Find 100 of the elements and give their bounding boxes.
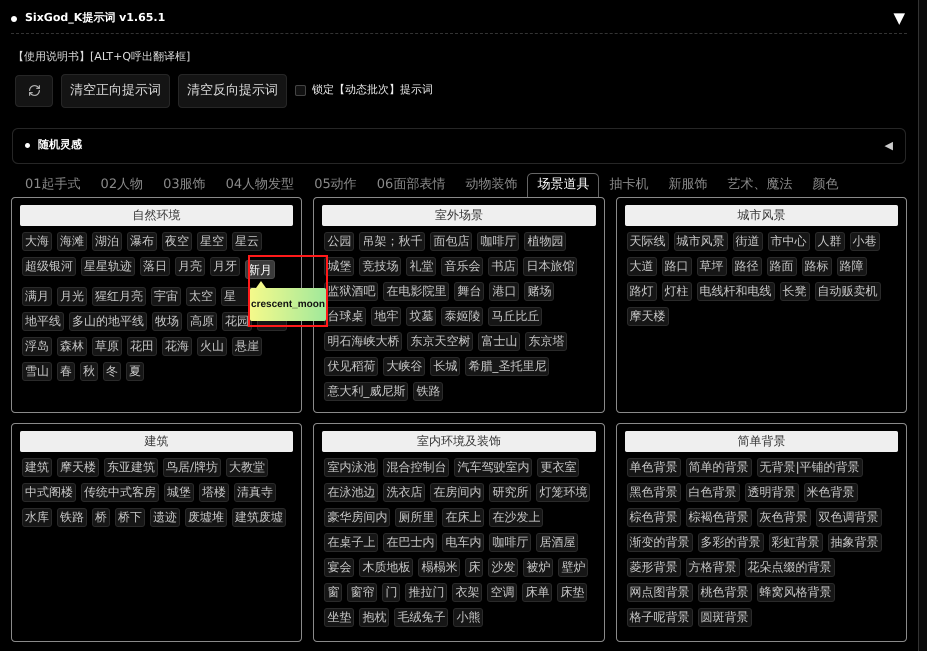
tag-button[interactable]: 城堡 (164, 482, 194, 502)
tag-button[interactable]: 在泳池边 (324, 482, 378, 502)
tag-button[interactable]: 瀑布 (127, 232, 157, 250)
tag-button[interactable]: 地牢 (371, 306, 402, 326)
tag-button[interactable]: 单色背景 (626, 458, 681, 476)
tag-button[interactable]: 铁路 (413, 382, 444, 400)
tag-button[interactable]: 大海 (22, 232, 52, 250)
tag-button[interactable]: 室内泳池 (324, 458, 378, 476)
tag-button[interactable]: 鸟居/牌坊 (163, 458, 222, 476)
tag-button[interactable]: 意大利_威尼斯 (324, 382, 408, 400)
tag-button[interactable]: 抽象背景 (828, 532, 882, 552)
tag-button[interactable]: 星云 (232, 232, 262, 250)
tag-button[interactable]: 白色背景 (686, 482, 740, 502)
tag-button[interactable]: 音乐会 (441, 256, 484, 276)
tag-button[interactable]: 礼堂 (406, 256, 436, 276)
tag-button[interactable]: 咖啡厅 (477, 232, 520, 250)
tag-button[interactable]: 监狱酒吧 (324, 282, 378, 300)
tag-button[interactable]: 星星轨迹 (81, 256, 135, 276)
tag-button[interactable]: 菱形背景 (626, 558, 681, 576)
tag-button[interactable]: 毛绒兔子 (394, 608, 448, 626)
tag-button[interactable]: 东亚建筑 (104, 458, 158, 476)
expand-toggle[interactable]: ◀ (884, 140, 893, 151)
tag-button[interactable]: 格子呢背景 (626, 608, 693, 626)
tag-button[interactable]: 坟墓 (406, 306, 436, 326)
tag-button[interactable]: 无背景|平铺的背景 (756, 458, 863, 476)
tag-button[interactable]: 公园 (324, 232, 354, 250)
tab[interactable]: 02人物 (90, 172, 154, 196)
tag-button[interactable]: 宇宙 (151, 286, 181, 306)
tag-button[interactable]: 日本旅馆 (523, 256, 578, 276)
tag-button[interactable]: 榻榻米 (418, 558, 460, 576)
tag-button[interactable]: 窗帘 (347, 582, 378, 602)
tag-button[interactable]: 月光 (57, 286, 87, 306)
tag-button[interactable]: 桥 (92, 508, 110, 526)
tag-button[interactable]: 桃色背景 (698, 582, 752, 602)
collapse-toggle[interactable]: ▼ (893, 11, 905, 26)
tag-button[interactable]: 更衣室 (537, 458, 580, 476)
tab[interactable]: 06面部表情 (366, 172, 456, 196)
tag-button[interactable]: 铁路 (57, 508, 87, 526)
tag-button[interactable]: 浮岛 (22, 336, 52, 356)
tab[interactable]: 抽卡机 (599, 172, 658, 196)
tag-button[interactable]: 方格背景 (686, 558, 740, 576)
tag-button[interactable]: 明石海峡大桥 (324, 332, 402, 350)
tag-button[interactable]: 彩虹背景 (768, 532, 823, 552)
tab[interactable]: 颜色 (802, 172, 848, 196)
tag-button[interactable]: 小熊 (453, 608, 484, 626)
tag-button[interactable]: 被炉 (523, 558, 554, 576)
tag-button[interactable]: 超级银河 (22, 256, 76, 276)
tag-button[interactable]: 希腊_圣托里尼 (465, 356, 550, 376)
tag-button[interactable]: 渐变的背景 (626, 532, 693, 552)
tag-button[interactable]: 建筑 (22, 458, 52, 476)
tag-button[interactable]: 桥下 (115, 508, 145, 526)
tag-button[interactable]: 棕色背景 (626, 508, 681, 526)
tag-button[interactable]: 满月 (22, 286, 52, 306)
tag-button[interactable]: 床垫 (557, 582, 588, 602)
tag-button[interactable]: 港口 (489, 282, 520, 300)
tag-button[interactable]: 台球桌 (324, 306, 366, 326)
tag-button[interactable]: 多山的地平线 (69, 312, 147, 330)
tag-button[interactable]: 路灯 (626, 282, 657, 300)
tag-button[interactable]: 洗衣店 (383, 482, 426, 502)
tag-button[interactable]: 多彩的背景 (698, 532, 764, 552)
tab[interactable]: 新服饰 (658, 172, 718, 196)
tag-button[interactable]: 灰色背景 (756, 508, 811, 526)
tag-button[interactable]: 城市风景 (674, 232, 728, 250)
tag-button[interactable]: 东京塔 (525, 332, 568, 350)
tag-button[interactable]: 灯笼环境 (536, 482, 590, 502)
tag-button[interactable]: 自动贩卖机 (814, 282, 881, 300)
tag-button[interactable]: 衣架 (452, 582, 482, 602)
tag-button[interactable]: 汽车驾驶室内 (454, 458, 532, 476)
tag-button[interactable]: 秋 (80, 362, 98, 380)
tag-button[interactable]: 宴会 (324, 558, 354, 576)
tag-button[interactable]: 豪华房间内 (324, 508, 390, 526)
tag-button[interactable]: 遗迹 (150, 508, 180, 526)
tag-button[interactable]: 富士山 (478, 332, 520, 350)
tag-button[interactable]: 路障 (836, 256, 867, 276)
tab[interactable]: 03服饰 (153, 172, 216, 196)
tag-button[interactable]: 植物园 (524, 232, 566, 250)
tag-button[interactable]: 月牙 (210, 256, 240, 276)
tag-button[interactable]: 推拉门 (405, 582, 448, 602)
tag-button[interactable]: 路径 (732, 256, 762, 276)
tag-button[interactable]: 路面 (766, 256, 797, 276)
tag-button[interactable]: 书店 (488, 256, 518, 276)
clear-button[interactable]: 清空正向提示词 (61, 74, 170, 108)
tab[interactable]: 04人物发型 (216, 172, 304, 196)
tag-button[interactable]: 小巷 (850, 232, 880, 250)
tag-button[interactable]: 摩天楼 (57, 458, 99, 476)
tag-button[interactable]: 居酒屋 (536, 532, 578, 552)
tag-button[interactable]: 传统中式客房 (81, 482, 159, 502)
tag-button[interactable]: 空调 (487, 582, 518, 602)
tag-button[interactable]: 猩红月亮 (92, 286, 146, 306)
tag-button[interactable]: 壁炉 (558, 558, 588, 576)
tag-button[interactable]: 抱枕 (359, 608, 390, 626)
tag-button[interactable]: 咖啡厅 (489, 532, 532, 552)
tag-button[interactable]: 竞技场 (359, 256, 402, 276)
tag-button[interactable]: 花朵点缀的背景 (744, 558, 835, 576)
tag-button[interactable]: 悬崖 (232, 336, 262, 356)
tag-button[interactable]: 门 (382, 582, 400, 602)
tag-button[interactable]: 市中心 (768, 232, 810, 250)
tab[interactable]: 动物装饰 (455, 172, 528, 196)
tag-button[interactable]: 水库 (22, 508, 52, 526)
tag-button[interactable]: 建筑废墟 (232, 508, 286, 526)
